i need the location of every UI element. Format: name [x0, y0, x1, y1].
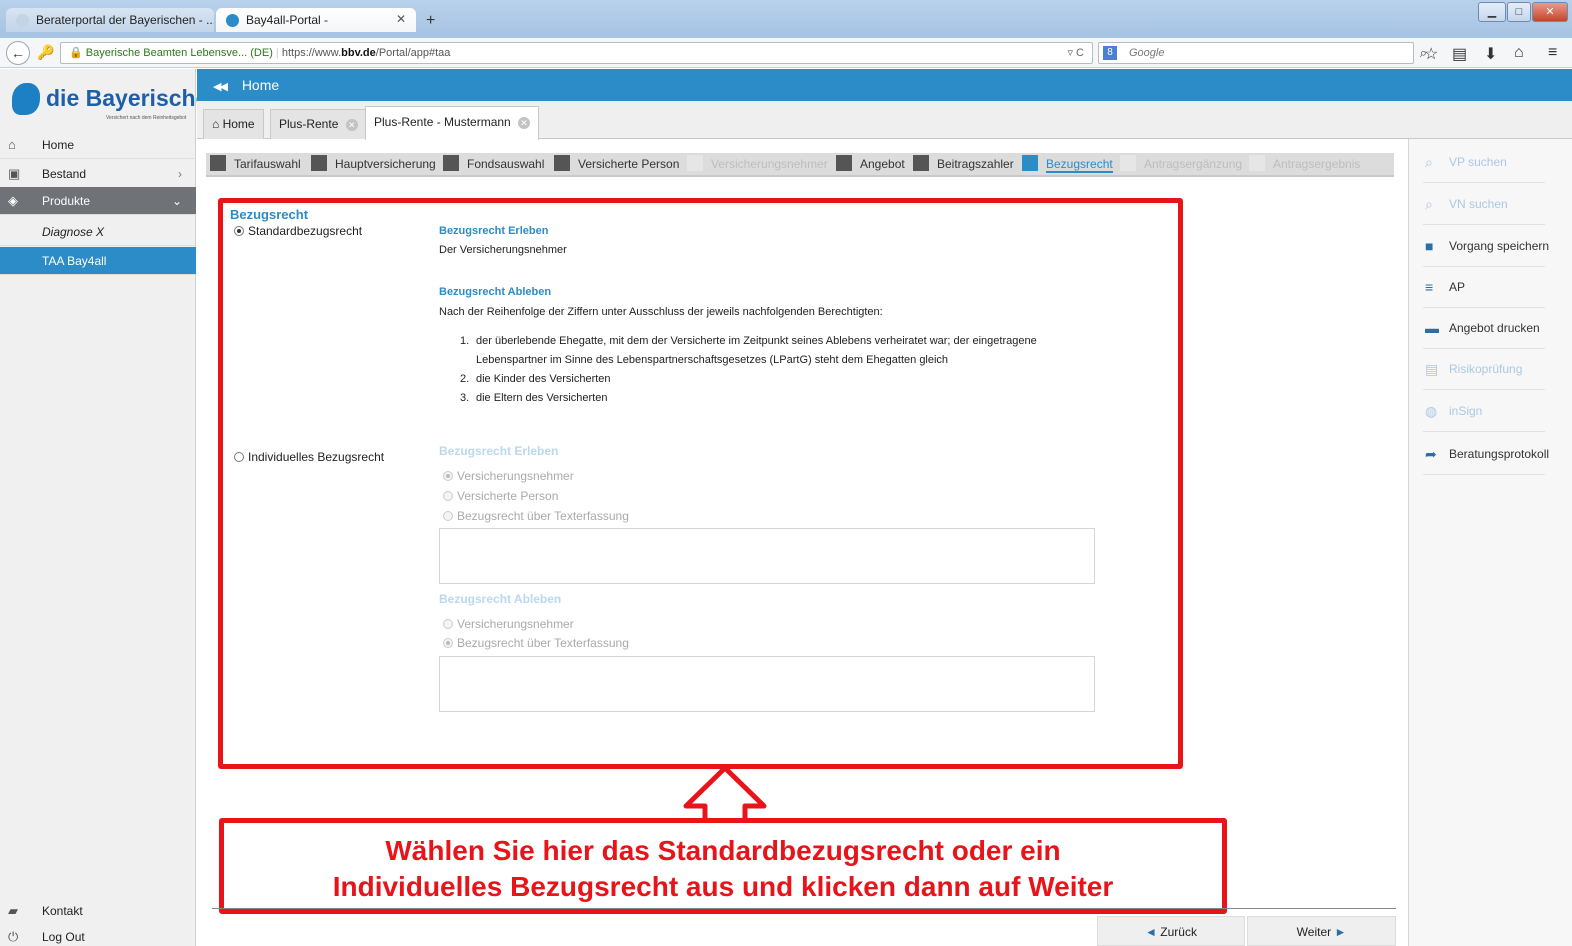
arrow-left-icon: ◄	[1145, 925, 1157, 939]
callout-line-1: Wählen Sie hier das Standardbezugsrecht …	[385, 835, 1061, 866]
footer-divider	[212, 908, 1396, 909]
annotation-callout: Wählen Sie hier das Standardbezugsrecht …	[219, 818, 1227, 914]
next-button[interactable]: Weiter ►	[1247, 916, 1396, 946]
back-button[interactable]: ◄ Zurück	[1097, 916, 1245, 946]
callout-line-2: Individuelles Bezugsrecht aus und klicke…	[332, 871, 1114, 902]
next-button-label: Weiter	[1296, 925, 1332, 939]
annotation-arrow	[683, 765, 767, 825]
back-button-label: Zurück	[1160, 925, 1197, 939]
arrow-right-icon: ►	[1334, 925, 1347, 939]
